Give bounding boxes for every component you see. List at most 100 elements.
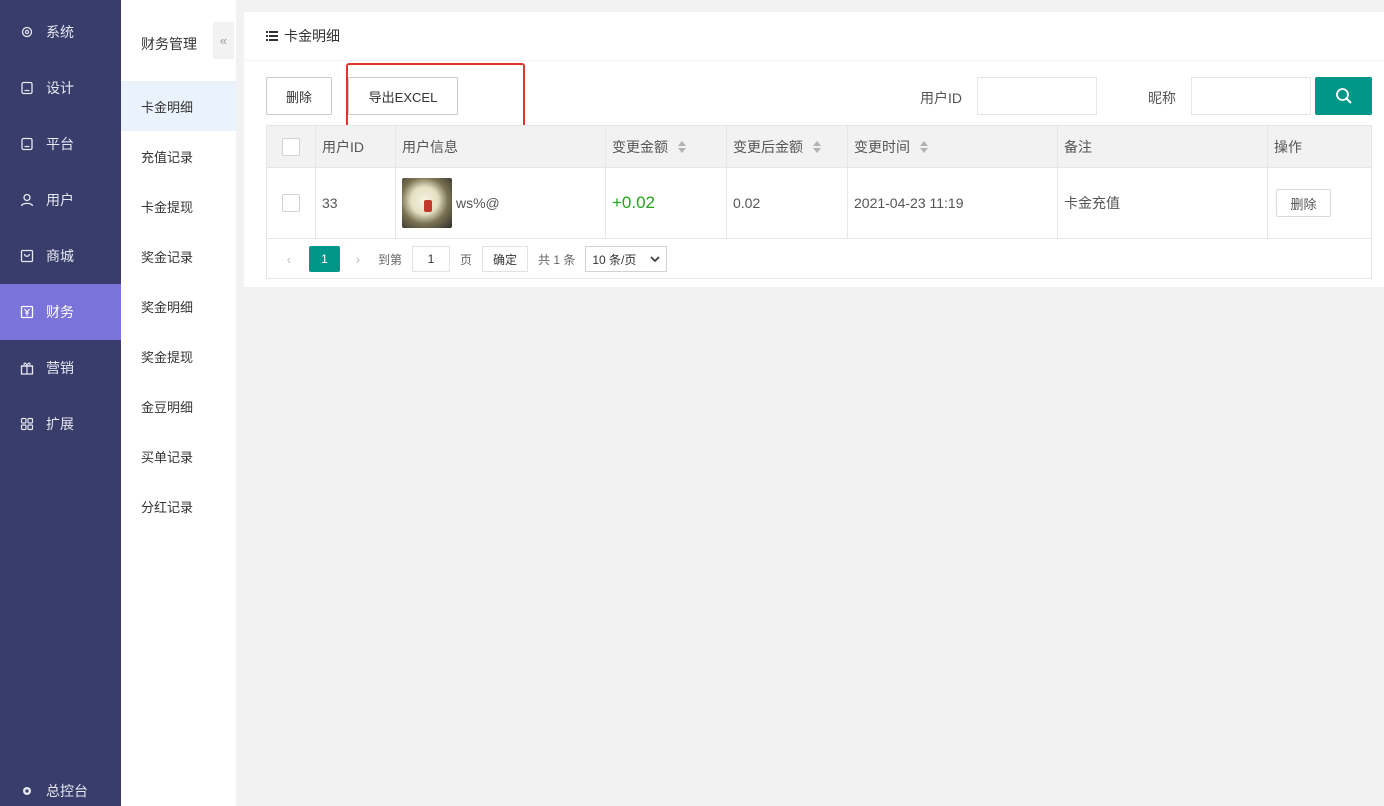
subnav-item-label: 充值记录 <box>141 149 194 165</box>
nav-item-system[interactable]: 系统 <box>0 4 121 60</box>
userid-input[interactable] <box>977 77 1097 115</box>
header-action: 操作 <box>1268 126 1371 167</box>
subnav-item-label: 买单记录 <box>141 449 194 465</box>
nickname-label: 昵称 <box>1148 90 1176 106</box>
panel-title: 卡金明细 <box>284 28 340 44</box>
subnav-item-recharge-record[interactable]: 充值记录 <box>121 131 236 181</box>
sort-icon[interactable] <box>678 140 686 153</box>
nav-item-shop[interactable]: 商城 <box>0 228 121 284</box>
subnav-item-label: 卡金明细 <box>141 99 194 115</box>
subnav-item-bonus-record[interactable]: 奖金记录 <box>121 231 236 281</box>
data-table: 用户ID 用户信息 变更金额 变更后金额 变更时间 备注 操作 33 ws%@ … <box>266 125 1372 279</box>
page-unit-label: 页 <box>460 252 473 267</box>
page-size-select[interactable]: 10 条/页 <box>585 246 668 272</box>
gear-icon <box>21 26 33 38</box>
total-count: 共 1 条 <box>538 252 576 267</box>
header-label: 用户ID <box>322 138 364 155</box>
header-user-id: 用户ID <box>316 126 396 167</box>
subnav-title: 财务管理 <box>141 36 197 52</box>
subnav-item-bonus-detail[interactable]: 奖金明细 <box>121 281 236 331</box>
nav-item-user[interactable]: 用户 <box>0 172 121 228</box>
header-label: 用户信息 <box>402 138 458 155</box>
subnav-item-dividend-record[interactable]: 分红记录 <box>121 481 236 531</box>
gift-icon <box>20 362 34 375</box>
user-icon <box>20 193 34 207</box>
sort-icon[interactable] <box>813 140 821 153</box>
shop-icon <box>20 249 34 263</box>
sort-icon[interactable] <box>920 140 928 153</box>
select-all-checkbox[interactable] <box>282 137 300 156</box>
goto-label: 到第 <box>378 252 403 267</box>
subnav-item-label: 奖金记录 <box>141 249 194 265</box>
gear-icon <box>23 787 31 795</box>
nav-item-extension[interactable]: 扩展 <box>0 396 121 452</box>
nav-item-console[interactable]: 总控台 <box>0 776 121 806</box>
after-amount-value: 0.02 <box>733 195 761 211</box>
nav-item-label: 营销 <box>46 360 74 376</box>
cell-action: 删除 <box>1268 168 1371 238</box>
cell-change-time: 2021-04-23 11:19 <box>848 168 1058 238</box>
nav-item-design[interactable]: 设计 <box>0 60 121 116</box>
double-chevron-left-icon: « <box>219 33 228 48</box>
cell-user-id: 33 <box>316 168 396 238</box>
user-name: ws%@ <box>456 195 500 211</box>
row-checkbox[interactable] <box>282 194 300 212</box>
userid-label: 用户ID <box>920 90 962 106</box>
platform-icon <box>21 137 33 151</box>
nav-item-label: 系统 <box>46 24 74 40</box>
header-after-amount[interactable]: 变更后金额 <box>727 126 848 167</box>
subnav-item-bill-record[interactable]: 买单记录 <box>121 431 236 481</box>
subnav-item-label: 金豆明细 <box>141 399 194 415</box>
subnav-item-card-gold-withdraw[interactable]: 卡金提现 <box>121 181 236 231</box>
subnav-item-gold-bean-detail[interactable]: 金豆明细 <box>121 381 236 431</box>
nav-item-label: 商城 <box>46 248 74 264</box>
header-change-amount[interactable]: 变更金额 <box>606 126 727 167</box>
nav-item-label: 扩展 <box>46 416 74 432</box>
change-amount-value: +0.02 <box>612 193 656 212</box>
avatar <box>402 178 452 228</box>
header-remark: 备注 <box>1058 126 1268 167</box>
nav-bottom-label: 总控台 <box>46 783 88 799</box>
row-delete-label: 删除 <box>1290 196 1317 212</box>
subnav-item-label: 奖金明细 <box>141 299 194 315</box>
search-button[interactable] <box>1315 77 1372 115</box>
list-icon <box>266 31 278 41</box>
delete-button[interactable]: 删除 <box>266 77 332 115</box>
nav-item-label: 设计 <box>46 80 74 96</box>
nav-item-label: 用户 <box>46 192 74 208</box>
page-size-value: 10 条/页 <box>592 252 637 267</box>
row-delete-button[interactable]: 删除 <box>1276 189 1331 217</box>
goto-page-input[interactable]: 1 <box>412 246 451 272</box>
subnav-item-label: 奖金提现 <box>141 349 194 365</box>
user-id-value: 33 <box>322 195 338 211</box>
page-button-current[interactable]: 1 <box>309 246 340 272</box>
nav-item-platform[interactable]: 平台 <box>0 116 121 172</box>
export-excel-button[interactable]: 导出EXCEL <box>348 77 458 115</box>
nickname-input[interactable] <box>1191 77 1311 115</box>
nav-item-label: 平台 <box>46 136 74 152</box>
chevron-down-icon <box>650 256 660 262</box>
remark-value: 卡金充值 <box>1064 195 1120 211</box>
subnav-item-card-gold-detail[interactable]: 卡金明细 <box>121 81 236 131</box>
collapse-sidebar-button[interactable]: « <box>213 22 234 59</box>
prev-page-icon[interactable]: ‹ <box>279 251 299 267</box>
header-user-info: 用户信息 <box>396 126 606 167</box>
delete-button-label: 删除 <box>285 89 312 105</box>
goto-confirm-button[interactable]: 确定 <box>482 246 529 272</box>
next-page-icon[interactable]: › <box>348 251 368 267</box>
cell-change-amount: +0.02 <box>606 168 727 238</box>
select-all-cell <box>267 126 316 167</box>
pagination: ‹ 1 › 到第 1 页 确定 共 1 条 10 条/页 <box>267 240 1371 278</box>
cell-after-amount: 0.02 <box>727 168 848 238</box>
header-label: 变更时间 <box>854 138 910 155</box>
search-icon <box>1335 88 1352 104</box>
cell-remark: 卡金充值 <box>1058 168 1268 238</box>
nav-item-finance[interactable]: 财务 <box>0 284 121 340</box>
row-select-cell <box>267 168 316 238</box>
design-icon <box>21 81 33 95</box>
header-change-time[interactable]: 变更时间 <box>848 126 1058 167</box>
header-label: 操作 <box>1274 138 1302 155</box>
subnav-item-bonus-withdraw[interactable]: 奖金提现 <box>121 331 236 381</box>
table-header: 用户ID 用户信息 变更金额 变更后金额 变更时间 备注 操作 <box>267 126 1371 168</box>
nav-item-marketing[interactable]: 营销 <box>0 340 121 396</box>
